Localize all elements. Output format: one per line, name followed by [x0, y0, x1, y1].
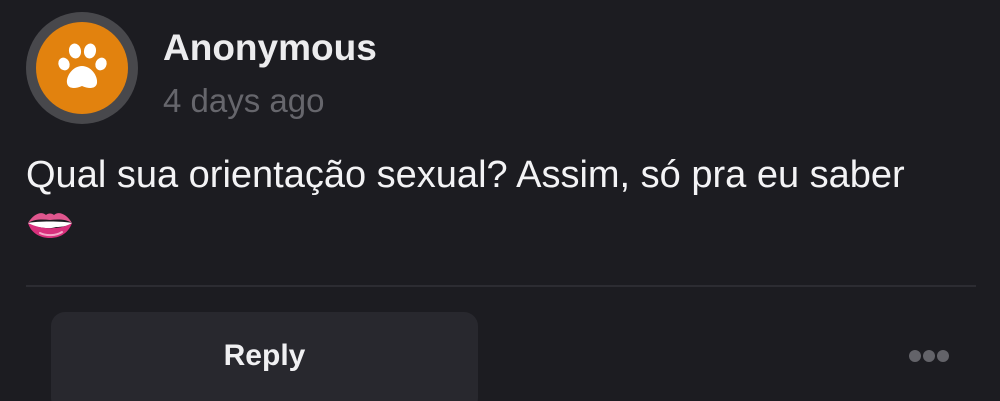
- post-timestamp: 4 days ago: [163, 82, 325, 119]
- question-text: Qual sua orientação sexual? Assim, só pr…: [26, 154, 905, 196]
- paw-icon: [54, 40, 110, 96]
- question-card: Anonymous 4 days ago Qual sua orientação…: [0, 0, 1000, 401]
- more-horizontal-icon[interactable]: [904, 346, 954, 366]
- author-name[interactable]: Anonymous: [163, 27, 377, 69]
- divider: [26, 285, 976, 287]
- reply-label: Reply: [223, 339, 306, 372]
- avatar[interactable]: [26, 12, 138, 124]
- reply-button[interactable]: Reply: [51, 312, 478, 401]
- avatar-circle: [36, 22, 128, 114]
- lips-biting-icon: [26, 207, 74, 239]
